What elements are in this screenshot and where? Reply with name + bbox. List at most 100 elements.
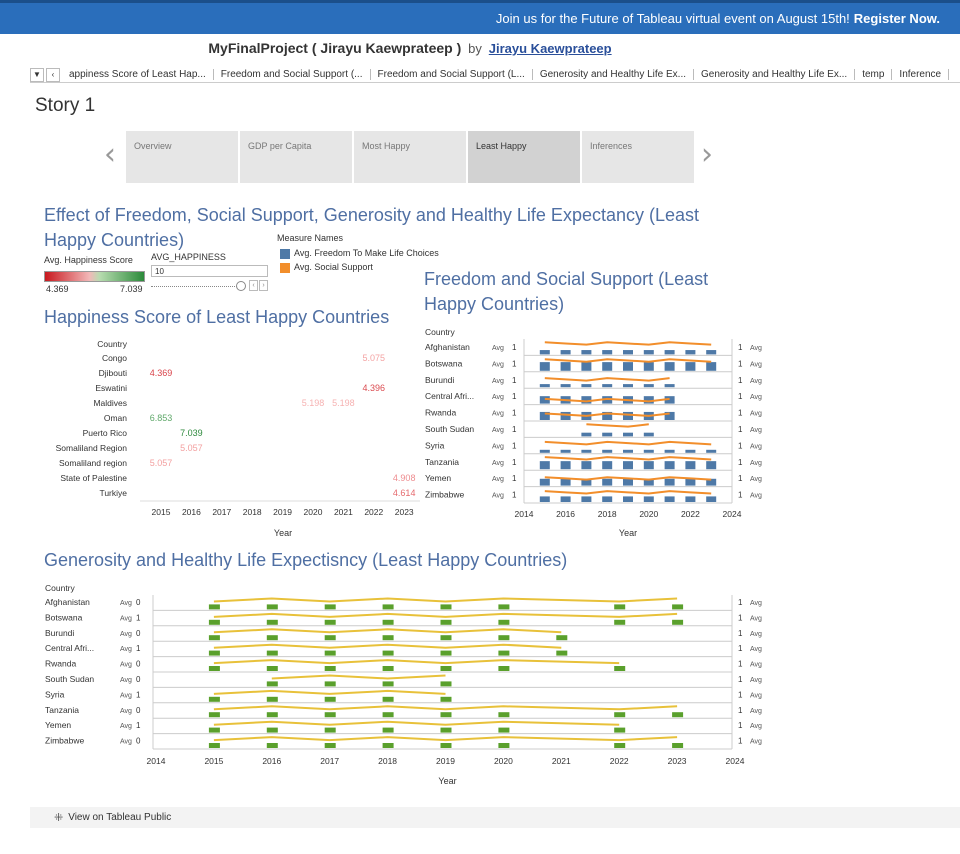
generosity-bar: [672, 712, 684, 718]
row-value: 0: [136, 706, 141, 715]
axis-stub-label: Avg: [750, 631, 762, 638]
sheet-tab[interactable]: Freedom and Social Support (...: [214, 69, 371, 80]
generosity-bar: [266, 619, 278, 625]
year-tick: 2023: [668, 756, 687, 766]
sheet-tab[interactable]: Inference: [892, 69, 950, 80]
right-axis-value: 1: [738, 425, 743, 434]
story-title: Story 1: [35, 95, 96, 116]
freedom-bar: [685, 449, 696, 453]
generosity-bar: [382, 650, 394, 656]
country-label: Yemen: [45, 720, 71, 730]
project-header: MyFinalProject ( Jirayu Kaewprateep ) by…: [0, 40, 820, 56]
param-slider-knob[interactable]: [236, 281, 246, 291]
measure-legend-item-social[interactable]: Avg. Social Support: [280, 262, 373, 273]
measure-legend-title: Measure Names: [277, 233, 344, 243]
country-label: Afghanistan: [425, 342, 470, 352]
happiness-value: 5.198: [332, 398, 355, 408]
author-link[interactable]: Jirayu Kaewprateep: [489, 41, 612, 56]
sheet-tab[interactable]: appiness Score of Least Hap...: [62, 69, 214, 80]
generosity-bar: [324, 604, 336, 610]
generosity-bar: [208, 635, 220, 641]
freedom-bar: [643, 396, 654, 404]
color-legend-min: 4.369: [46, 284, 69, 294]
generosity-bar: [440, 619, 452, 625]
country-label: Tanzania: [45, 705, 79, 715]
generosity-bar: [498, 727, 510, 733]
sheet-tab[interactable]: temp: [855, 69, 893, 80]
axis-stub-label: Avg: [120, 646, 132, 653]
slider-increment-icon[interactable]: ›: [259, 280, 268, 291]
row-value: 1: [136, 721, 141, 730]
story-point-gdp[interactable]: GDP per Capita: [240, 131, 352, 183]
row-value: 1: [512, 425, 517, 434]
story-point-least-happy[interactable]: Least Happy: [468, 131, 580, 183]
row-value: 1: [136, 644, 141, 653]
generosity-bar: [208, 666, 220, 671]
country-label: State of Palestine: [60, 473, 127, 483]
year-tick: 2017: [212, 507, 231, 517]
slider-decrement-icon[interactable]: ‹: [249, 280, 258, 291]
freedom-bar: [643, 496, 654, 502]
right-axis-value: 1: [738, 392, 743, 401]
freedom-bar: [602, 478, 613, 486]
freedom-bar: [685, 496, 696, 502]
axis-stub-label: Avg: [750, 708, 762, 715]
freedom-bar: [602, 461, 613, 470]
generosity-bar: [440, 727, 452, 733]
country-label: Somaliland Region: [56, 443, 128, 453]
param-title: AVG_HAPPINESS: [151, 252, 226, 262]
freedom-title: Freedom and Social Support (Least Happy …: [424, 267, 708, 317]
story-point-inferences[interactable]: Inferences: [582, 131, 694, 183]
tabs-prev-icon[interactable]: ‹: [46, 67, 60, 82]
life-expectancy-line: [213, 612, 678, 618]
axis-stub-label: Avg: [120, 677, 132, 684]
generosity-bar: [498, 743, 510, 748]
sheet-tab[interactable]: Freedom and Social Support (L...: [371, 69, 533, 80]
freedom-bar: [664, 449, 675, 453]
generosity-bar: [382, 727, 394, 733]
right-axis-value: 1: [738, 690, 743, 699]
story-next-icon[interactable]: ›: [701, 140, 713, 170]
param-slider-track[interactable]: [151, 286, 241, 287]
story-point-most-happy[interactable]: Most Happy: [354, 131, 466, 183]
freedom-bar: [539, 449, 550, 453]
generosity-bar: [382, 666, 394, 671]
measure-legend-item-freedom[interactable]: Avg. Freedom To Make Life Choices: [280, 248, 439, 259]
country-label: Zimbabwe: [425, 490, 464, 500]
axis-stub-label: Avg: [120, 708, 132, 715]
freedom-bar: [623, 411, 633, 420]
register-link[interactable]: Register Now.: [854, 11, 940, 26]
tableau-logo-icon: ⁜: [54, 811, 64, 824]
story-prev-icon[interactable]: ‹: [104, 140, 116, 170]
axis-stub-label: Avg: [492, 378, 504, 385]
axis-stub-label: Avg: [750, 427, 762, 434]
tabs-dropdown-icon[interactable]: ▼: [30, 67, 44, 82]
generosity-bar: [440, 743, 452, 748]
sheet-tab[interactable]: Generosity and Healthy Life Ex...: [694, 69, 856, 80]
generosity-bar: [266, 635, 278, 641]
freedom-bar: [623, 432, 633, 437]
right-axis-value: 1: [738, 343, 743, 352]
generosity-bar: [266, 743, 278, 748]
happiness-value: 4.614: [393, 488, 416, 498]
social-support-line: [544, 440, 712, 446]
generosity-bar: [382, 604, 394, 610]
story-point-overview[interactable]: Overview: [126, 131, 238, 183]
view-on-tableau-link[interactable]: ⁜ View on Tableau Public: [30, 807, 960, 828]
generosity-bar: [498, 650, 510, 656]
freedom-bar: [560, 449, 571, 453]
row-value: 0: [136, 675, 141, 684]
country-label: South Sudan: [45, 674, 94, 684]
freedom-bar: [643, 461, 654, 470]
generosity-bar: [556, 635, 568, 641]
story-navigator: Overview GDP per Capita Most Happy Least…: [126, 131, 694, 183]
year-tick: 2021: [334, 507, 353, 517]
param-input[interactable]: 10: [151, 265, 268, 277]
generosity-bar: [208, 743, 220, 748]
banner-text: Join us for the Future of Tableau virtua…: [495, 11, 850, 26]
generosity-bar: [440, 712, 452, 718]
year-tick: 2018: [243, 507, 262, 517]
generosity-bar: [324, 681, 336, 687]
sheet-tab[interactable]: Generosity and Healthy Life Ex...: [533, 69, 694, 80]
row-value: 1: [512, 359, 517, 368]
